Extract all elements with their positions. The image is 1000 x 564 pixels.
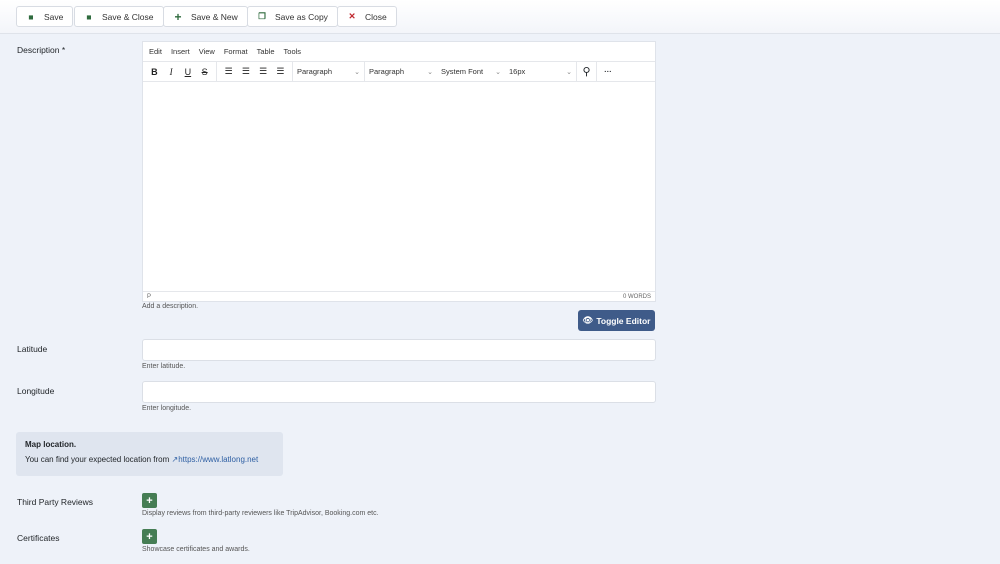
save-copy-button[interactable]: ❐ Save as Copy (247, 6, 338, 27)
font-family-select[interactable]: System Font ⌄ (437, 62, 505, 81)
reviews-help: Display reviews from third-party reviewe… (142, 510, 379, 517)
eye-icon: 👁 (582, 315, 594, 325)
latitude-help: Enter latitude. (142, 363, 186, 370)
add-review-button[interactable]: + (142, 493, 157, 508)
copy-icon: ❐ (258, 11, 266, 21)
save-button[interactable]: ■ Save (16, 6, 74, 27)
latlong-link-text: https://www.latlong.net (178, 455, 259, 464)
alert-title: Map location. (25, 440, 77, 449)
menu-tools[interactable]: Tools (284, 47, 302, 56)
more-icon[interactable]: ··· (604, 67, 612, 76)
italic-icon[interactable]: I (163, 67, 180, 77)
editor-toolbar: B I U S ☰ ☰ ☰ ☰ Paragraph ⌄ Paragraph ⌄ Sy… (143, 62, 655, 82)
chevron-down-icon: ⌄ (354, 68, 360, 76)
alert-text: You can find your expected location from (25, 455, 170, 464)
certificates-label: Certificates (17, 533, 60, 543)
description-help: Add a description. (142, 303, 199, 310)
latitude-label: Latitude (17, 344, 48, 354)
longitude-help: Enter longitude. (142, 405, 192, 412)
font-size-value: 16px (509, 67, 526, 76)
close-button[interactable]: ✕ Close (337, 6, 397, 27)
block-format-value: Paragraph (297, 67, 333, 76)
plus-icon: + (146, 494, 153, 507)
block-format-select[interactable]: Paragraph ⌄ (293, 62, 365, 81)
menu-view[interactable]: View (199, 47, 215, 56)
certificates-help: Showcase certificates and awards. (142, 546, 250, 553)
align-justify-icon[interactable]: ☰ (272, 66, 289, 77)
save-copy-label: Save as Copy (275, 11, 328, 22)
toggle-editor-button[interactable]: 👁 Toggle Editor (578, 310, 655, 331)
underline-icon[interactable]: U (180, 67, 197, 77)
font-size-select[interactable]: 16px ⌄ (505, 62, 577, 81)
save-icon: ■ (28, 11, 34, 22)
plus-icon: + (174, 9, 182, 24)
map-location-alert: Map location. You can find your expected… (16, 432, 283, 476)
editor-statusbar: P 0 WORDS (143, 291, 655, 301)
action-toolbar: ■ Save ■ Save & Close + Save & New ❐ Save as… (0, 0, 1000, 34)
bold-icon[interactable]: B (146, 67, 163, 77)
latlong-link[interactable]: ↗https://www.latlong.net (171, 455, 258, 464)
chevron-down-icon: ⌄ (495, 68, 501, 76)
description-label: Description * (17, 45, 66, 55)
editor-menubar: Edit Insert View Format Table Tools (143, 42, 655, 62)
menu-format[interactable]: Format (224, 47, 248, 56)
plus-icon: + (146, 530, 153, 543)
save-new-button[interactable]: + Save & New (163, 6, 248, 27)
chevron-down-icon: ⌄ (566, 68, 572, 76)
align-right-icon[interactable]: ☰ (255, 66, 272, 77)
menu-edit[interactable]: Edit (149, 47, 162, 56)
save-icon: ■ (86, 11, 92, 22)
search-icon[interactable]: ⚲ (582, 65, 590, 78)
close-label: Close (365, 11, 387, 22)
latitude-input[interactable] (142, 339, 656, 361)
longitude-label: Longitude (17, 386, 55, 396)
toggle-editor-label: Toggle Editor (596, 315, 651, 326)
save-new-label: Save & New (191, 11, 238, 22)
font-family-value: System Font (441, 67, 484, 76)
paragraph-select[interactable]: Paragraph ⌄ (365, 62, 437, 81)
longitude-input[interactable] (142, 381, 656, 403)
word-count: 0 WORDS (622, 293, 651, 300)
close-icon: ✕ (348, 11, 356, 21)
description-editor[interactable]: Edit Insert View Format Table Tools B I … (142, 41, 656, 302)
save-close-button[interactable]: ■ Save & Close (74, 6, 164, 27)
chevron-down-icon: ⌄ (427, 68, 433, 76)
menu-table[interactable]: Table (257, 47, 275, 56)
strikethrough-icon[interactable]: S (196, 67, 213, 77)
third-party-reviews-label: Third Party Reviews (17, 497, 94, 507)
save-close-label: Save & Close (102, 11, 154, 22)
align-center-icon[interactable]: ☰ (237, 66, 254, 77)
paragraph-value: Paragraph (369, 67, 405, 76)
add-certificate-button[interactable]: + (142, 529, 157, 544)
align-left-icon[interactable]: ☰ (220, 66, 237, 77)
save-label: Save (44, 11, 64, 22)
menu-insert[interactable]: Insert (171, 47, 190, 56)
element-path: P (147, 293, 152, 300)
